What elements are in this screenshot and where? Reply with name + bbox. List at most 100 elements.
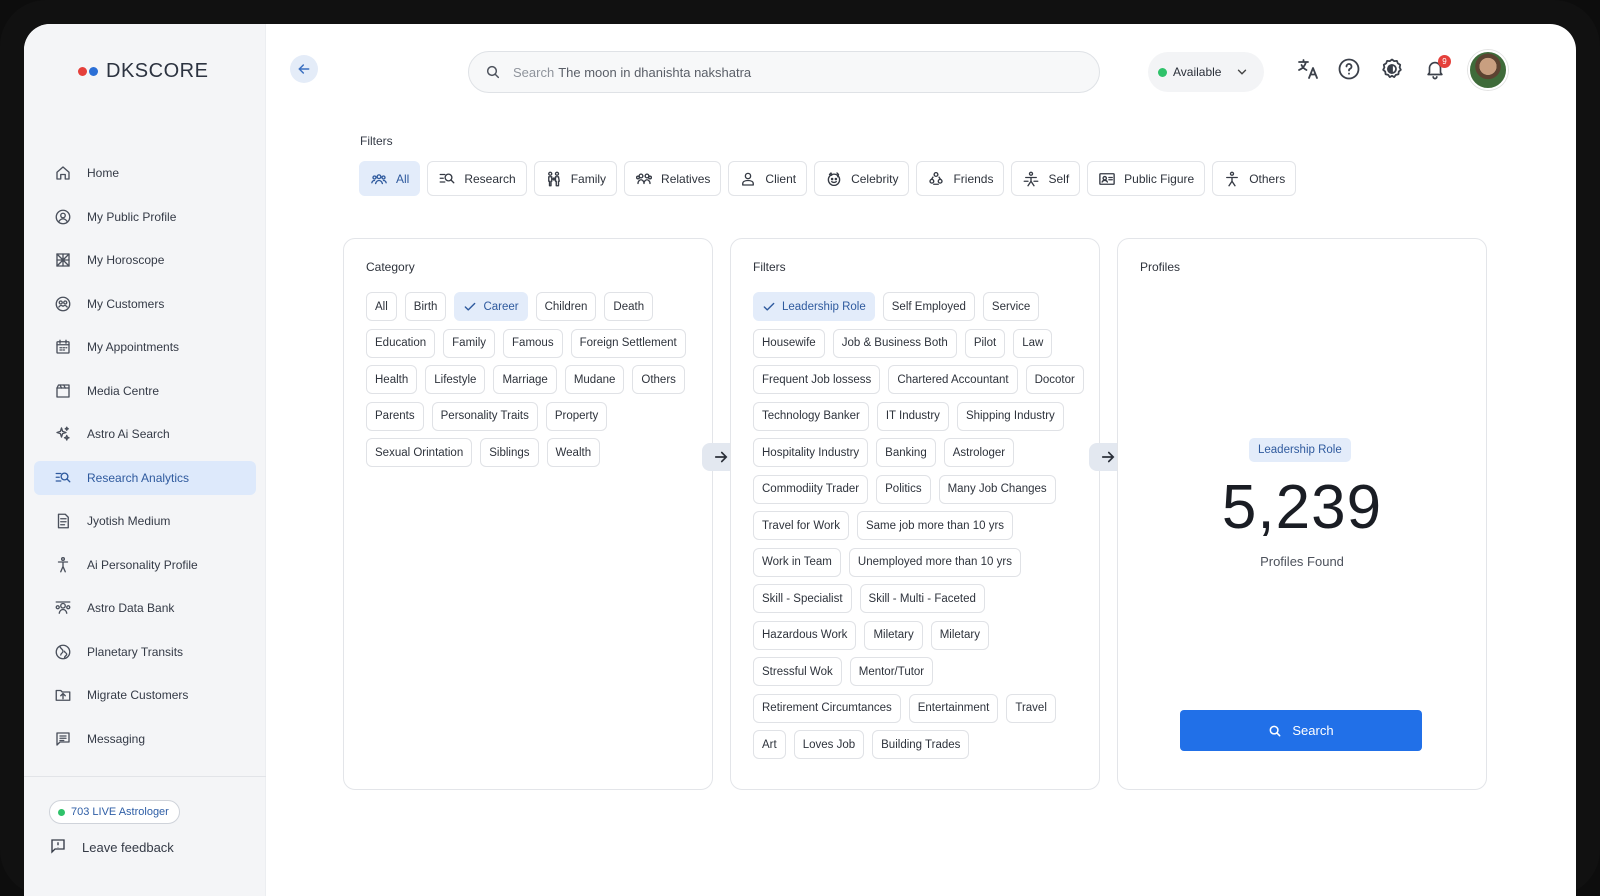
filter-chip-building-trades[interactable]: Building Trades xyxy=(872,730,970,759)
sidebar-item-migrate-customers[interactable]: Migrate Customers xyxy=(34,678,256,712)
others-icon xyxy=(1223,170,1241,188)
filter-chip-stressful-wok[interactable]: Stressful Wok xyxy=(753,657,842,686)
filter-chip-many-job-changes[interactable]: Many Job Changes xyxy=(938,474,1056,504)
category-chip-health[interactable]: Health xyxy=(366,365,418,394)
category-chip-parents[interactable]: Parents xyxy=(366,401,424,431)
user-avatar[interactable] xyxy=(1468,50,1508,90)
filter-chip-docotor[interactable]: Docotor xyxy=(1025,365,1084,394)
category-chip-birth[interactable]: Birth xyxy=(404,292,447,321)
filter-chip-miletary[interactable]: Miletary xyxy=(930,620,989,650)
tab-client[interactable]: Client xyxy=(728,161,808,196)
filter-chip-miletary[interactable]: Miletary xyxy=(864,620,923,650)
category-chip-all[interactable]: All xyxy=(366,292,397,321)
filter-chip-retirement-circumtances[interactable]: Retirement Circumtances xyxy=(753,693,901,723)
sidebar-item-research-analytics[interactable]: Research Analytics xyxy=(34,460,256,495)
settings-icon[interactable] xyxy=(1380,57,1404,81)
filter-chip-skill-specialist[interactable]: Skill - Specialist xyxy=(753,584,852,613)
filter-chip-law[interactable]: Law xyxy=(1013,328,1053,358)
filter-chip-hazardous-work[interactable]: Hazardous Work xyxy=(753,620,857,650)
category-chip-death[interactable]: Death xyxy=(604,292,654,321)
translate-icon[interactable] xyxy=(1296,57,1320,81)
search-profiles-button[interactable]: Search xyxy=(1180,710,1422,751)
category-chip-famous[interactable]: Famous xyxy=(503,328,563,358)
filter-chip-leadership-role[interactable]: Leadership Role xyxy=(753,292,875,321)
category-chip-mudane[interactable]: Mudane xyxy=(564,365,625,394)
category-chip-label: Children xyxy=(544,300,588,313)
filter-chip-loves-job[interactable]: Loves Job xyxy=(793,730,865,759)
search-placeholder: Search xyxy=(513,64,555,80)
filter-chip-astrologer[interactable]: Astrologer xyxy=(943,438,1015,467)
category-chip-wealth[interactable]: Wealth xyxy=(546,438,601,467)
sidebar-item-astro-data-bank[interactable]: Astro Data Bank xyxy=(34,591,256,625)
filter-chip-it-industry[interactable]: IT Industry xyxy=(876,401,949,431)
filter-chip-mentor-tutor[interactable]: Mentor/Tutor xyxy=(849,657,934,686)
filter-chip-service[interactable]: Service xyxy=(982,292,1040,321)
filter-chip-list: Leadership Role Self Employed Service House… xyxy=(753,292,1085,759)
sidebar-item-media-centre[interactable]: Media Centre xyxy=(34,374,256,408)
search-icon xyxy=(1268,724,1282,738)
filter-chip-technology-banker[interactable]: Technology Banker xyxy=(753,401,869,431)
filter-chip-chartered-accountant[interactable]: Chartered Accountant xyxy=(888,365,1018,394)
filter-chip-same-job-more-than-10-yrs[interactable]: Same job more than 10 yrs xyxy=(856,511,1014,540)
filter-chip-work-in-team[interactable]: Work in Team xyxy=(753,547,841,577)
filter-chip-politics[interactable]: Politics xyxy=(876,474,931,504)
filter-chip-pilot[interactable]: Pilot xyxy=(964,328,1006,358)
sidebar-item-messaging[interactable]: Messaging xyxy=(34,722,256,756)
filter-chip-travel[interactable]: Travel xyxy=(1006,693,1056,723)
tab-relatives[interactable]: Relatives xyxy=(624,161,722,196)
tab-self[interactable]: Self xyxy=(1011,161,1081,196)
filter-chip-unemployed-more-than-10-yrs[interactable]: Unemployed more than 10 yrs xyxy=(848,547,1021,577)
category-chip-siblings[interactable]: Siblings xyxy=(480,438,539,467)
tab-research[interactable]: Research xyxy=(427,161,527,196)
category-chip-personality-traits[interactable]: Personality Traits xyxy=(431,401,538,431)
filter-chip-job-business-both[interactable]: Job & Business Both xyxy=(832,328,957,358)
category-chip-children[interactable]: Children xyxy=(535,292,597,321)
tab-all[interactable]: All xyxy=(359,161,421,196)
global-search-input[interactable]: Search The moon in dhanishta nakshatra xyxy=(468,51,1100,93)
live-astrologer-badge[interactable]: 703 LIVE Astrologer xyxy=(49,800,180,824)
category-chip-foreign-settlement[interactable]: Foreign Settlement xyxy=(570,328,686,358)
filter-chip-housewife[interactable]: Housewife xyxy=(753,328,825,358)
tab-family[interactable]: Family xyxy=(533,161,618,196)
category-chip-family[interactable]: Family xyxy=(443,328,496,358)
category-chip-lifestyle[interactable]: Lifestyle xyxy=(425,365,486,394)
filter-chip-banking[interactable]: Banking xyxy=(876,438,936,467)
category-chip-others[interactable]: Others xyxy=(632,365,685,394)
leave-feedback-link[interactable]: Leave feedback xyxy=(49,837,174,858)
filter-chip-shipping-industry[interactable]: Shipping Industry xyxy=(956,401,1064,431)
back-button[interactable] xyxy=(290,55,318,83)
category-chip-sexual-orintation[interactable]: Sexual Orintation xyxy=(366,438,473,467)
tab-public-figure[interactable]: Public Figure xyxy=(1087,161,1206,196)
sidebar-item-my-horoscope[interactable]: My Horoscope xyxy=(34,243,256,277)
availability-dropdown[interactable]: Available xyxy=(1148,52,1264,92)
message-icon xyxy=(54,730,72,748)
filter-chip-commodiity-trader[interactable]: Commodiity Trader xyxy=(753,474,869,504)
sidebar-item-my-appointments[interactable]: My Appointments xyxy=(34,330,256,364)
sidebar-item-planetary-transits[interactable]: Planetary Transits xyxy=(34,635,256,669)
filter-chip-frequent-job-lossess[interactable]: Frequent Job lossess xyxy=(753,365,881,394)
brand-logo[interactable]: DKSCORE xyxy=(78,60,208,83)
sidebar-item-ai-personality-profile[interactable]: Ai Personality Profile xyxy=(34,548,256,582)
filter-chip-entertainment[interactable]: Entertainment xyxy=(908,693,999,723)
category-chip-property[interactable]: Property xyxy=(545,401,608,431)
sidebar-item-my-customers[interactable]: My Customers xyxy=(34,287,256,321)
help-icon[interactable] xyxy=(1337,57,1361,81)
filter-chip-self-employed[interactable]: Self Employed xyxy=(882,292,975,321)
filter-chip-travel-for-work[interactable]: Travel for Work xyxy=(753,511,849,540)
filter-chip-skill-multi-faceted[interactable]: Skill - Multi - Faceted xyxy=(859,584,985,613)
sidebar-item-home[interactable]: Home xyxy=(34,156,256,190)
sidebar-item-my-public-profile[interactable]: My Public Profile xyxy=(34,200,256,234)
tab-celebrity[interactable]: Celebrity xyxy=(814,161,910,196)
filter-chip-art[interactable]: Art xyxy=(753,730,786,759)
category-chip-education[interactable]: Education xyxy=(366,328,436,358)
sidebar-item-astro-ai-search[interactable]: Astro Ai Search xyxy=(34,417,256,451)
filter-chip-hospitality-industry[interactable]: Hospitality Industry xyxy=(753,438,869,467)
tab-label: Friends xyxy=(953,171,994,186)
tab-friends[interactable]: Friends xyxy=(916,161,1005,196)
category-chip-career[interactable]: Career xyxy=(454,292,528,321)
filter-chip-label: Many Job Changes xyxy=(947,483,1047,495)
category-chip-marriage[interactable]: Marriage xyxy=(493,365,557,394)
sidebar-item-jyotish-medium[interactable]: Jyotish Medium xyxy=(34,504,256,538)
tab-others[interactable]: Others xyxy=(1212,161,1297,196)
category-chip-label: Famous xyxy=(512,337,554,349)
